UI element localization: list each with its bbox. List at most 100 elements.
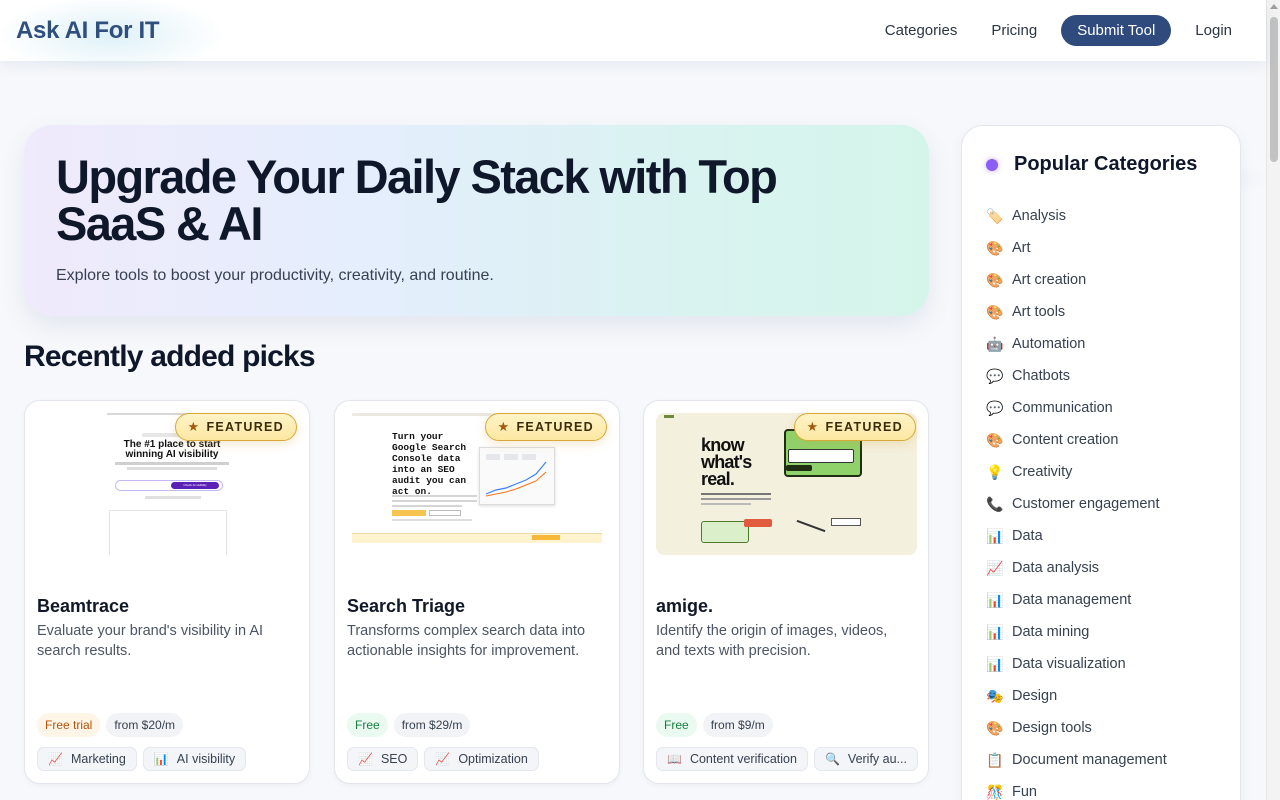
category-label: Data visualization [1012,656,1126,672]
star-icon: ★ [497,419,511,434]
category-label: Analysis [1012,208,1066,224]
category-icon: 🎨 [986,239,1004,256]
category-icon: 🎨 [986,719,1004,736]
featured-badge: ★ FEATURED [174,413,297,441]
tag-optimization[interactable]: 📈 Optimization [424,747,539,771]
bar-chart-icon: 📊 [153,752,169,766]
category-item-creativity[interactable]: 💡 Creativity [986,456,1167,488]
price-from-badge: from $20/m [106,713,184,737]
category-label: Data analysis [1012,560,1100,576]
category-label: Communication [1012,400,1113,416]
category-label: Design [1012,688,1058,704]
category-item-fun[interactable]: 🎊 Fun [986,776,1167,800]
tool-name[interactable]: Beamtrace [37,596,129,617]
chart-up-icon: 📈 [358,752,373,766]
star-icon: ★ [806,419,820,434]
book-icon: 📖 [667,752,682,766]
category-icon: 📊 [986,623,1004,640]
category-item-document-management[interactable]: 📋 Document management [986,744,1167,776]
price-type-badge: Free [347,713,388,737]
tool-name[interactable]: Search Triage [347,596,465,617]
category-label: Automation [1012,336,1086,352]
tool-card-search-triage[interactable]: Turn your Google Search Console data int… [334,400,620,784]
category-item-communication[interactable]: 💬 Communication [986,392,1167,424]
page-scrollbar[interactable] [1266,0,1280,800]
category-icon: 🎨 [986,303,1004,320]
category-icon: 📋 [986,751,1004,768]
tag-ai-visibility[interactable]: 📊 AI visibility [142,747,247,771]
scrollbar-thumb[interactable] [1270,17,1278,162]
category-label: Art creation [1012,272,1087,288]
category-item-art-tools[interactable]: 🎨 Art tools [986,296,1167,328]
category-label: Data mining [1012,624,1090,640]
thumb-check-button: Check AI visibility [171,482,219,489]
category-item-data-analysis[interactable]: 📈 Data analysis [986,552,1167,584]
tag-verify-authenticity[interactable]: 🔍 Verify au... [813,747,918,771]
tag-seo[interactable]: 📈 SEO [347,747,419,771]
category-label: Data [1012,528,1043,544]
category-item-art-creation[interactable]: 🎨 Art creation [986,264,1167,296]
thumb-headline: Turn your Google Search Console data int… [392,431,467,497]
category-item-content-creation[interactable]: 🎨 Content creation [986,424,1167,456]
tool-description: Identify the origin of images, videos, a… [656,623,888,659]
category-item-automation[interactable]: 🤖 Automation [986,328,1167,360]
thumb-headline: The #1 place to start winning AI visibil… [123,439,221,460]
login-link[interactable]: Login [1185,15,1242,46]
category-icon: 💬 [986,367,1004,384]
category-item-art[interactable]: 🎨 Art [986,232,1167,264]
tool-description: Transforms complex search data into acti… [347,623,586,659]
category-icon: 🎨 [986,431,1004,448]
tool-card-amige[interactable]: know what's real. ★ FEATURED amige. Iden… [643,400,929,784]
tool-name[interactable]: amige. [656,596,713,617]
chart-up-icon: 📈 [48,752,63,766]
category-label: Customer engagement [1012,496,1160,512]
category-label: Design tools [1012,720,1092,736]
category-item-design[interactable]: 🎭 Design [986,680,1167,712]
category-list: 🏷️ Analysis 🎨 Art 🎨 Art creation 🎨 Art tools 🤖 Au… [986,200,1167,800]
nav-categories-link[interactable]: Categories [875,15,968,46]
tag-list: 📖 Content verification 🔍 Verify au... [656,747,918,771]
site-logo[interactable]: Ask AI For IT [0,0,227,75]
category-item-design-tools[interactable]: 🎨 Design tools [986,712,1167,744]
main-nav: Categories Pricing Submit Tool Login [875,15,1242,46]
submit-tool-button[interactable]: Submit Tool [1061,15,1172,46]
pricing-row: Free from $29/m [347,713,471,737]
price-from-badge: from $29/m [393,713,471,737]
section-title: Recently added picks [24,340,316,373]
price-from-badge: from $9/m [702,713,773,737]
category-icon: 💬 [986,399,1004,416]
category-label: Document management [1012,752,1167,768]
category-item-data-mining[interactable]: 📊 Data mining [986,616,1167,648]
category-label: Content creation [1012,432,1119,448]
category-item-analysis[interactable]: 🏷️ Analysis [986,200,1167,232]
tool-description: Evaluate your brand's visibility in AI s… [37,623,264,659]
category-item-data-management[interactable]: 📊 Data management [986,584,1167,616]
category-icon: 📊 [986,655,1004,672]
tool-card-beamtrace[interactable]: The #1 place to start winning AI visibil… [24,400,310,784]
category-icon: 🎊 [986,783,1004,800]
category-label: Art tools [1012,304,1066,320]
category-item-chatbots[interactable]: 💬 Chatbots [986,360,1167,392]
category-item-customer-engagement[interactable]: 📞 Customer engagement [986,488,1167,520]
popular-categories-panel: Popular Categories 🏷️ Analysis 🎨 Art 🎨 Art cr… [961,125,1275,800]
tag-marketing[interactable]: 📈 Marketing [37,747,137,771]
featured-badge: ★ FEATURED [793,413,916,441]
featured-badge: ★ FEATURED [484,413,607,441]
magnifier-icon: 🔍 [824,752,840,766]
category-icon: 🏷️ [986,207,1004,224]
tag-list: 📈 SEO 📈 Optimization [347,747,539,771]
panel-header: Popular Categories [986,153,1275,199]
category-label: Chatbots [1012,368,1071,384]
category-item-data-visualization[interactable]: 📊 Data visualization [986,648,1167,680]
tag-content-verification[interactable]: 📖 Content verification [656,747,808,771]
nav-pricing-link[interactable]: Pricing [981,15,1047,46]
category-icon: 🤖 [986,335,1004,352]
star-icon: ★ [187,419,201,434]
category-item-data[interactable]: 📊 Data [986,520,1167,552]
category-icon: 🎭 [986,687,1004,704]
thumb-line-chart [485,454,547,497]
scroll-up-arrow-icon[interactable] [1270,4,1278,9]
hero-banner: Upgrade Your Daily Stack with Top SaaS &… [24,125,929,316]
top-header: Ask AI For IT Categories Pricing Submit … [0,0,1266,75]
pricing-row: Free trial from $20/m [37,713,184,737]
